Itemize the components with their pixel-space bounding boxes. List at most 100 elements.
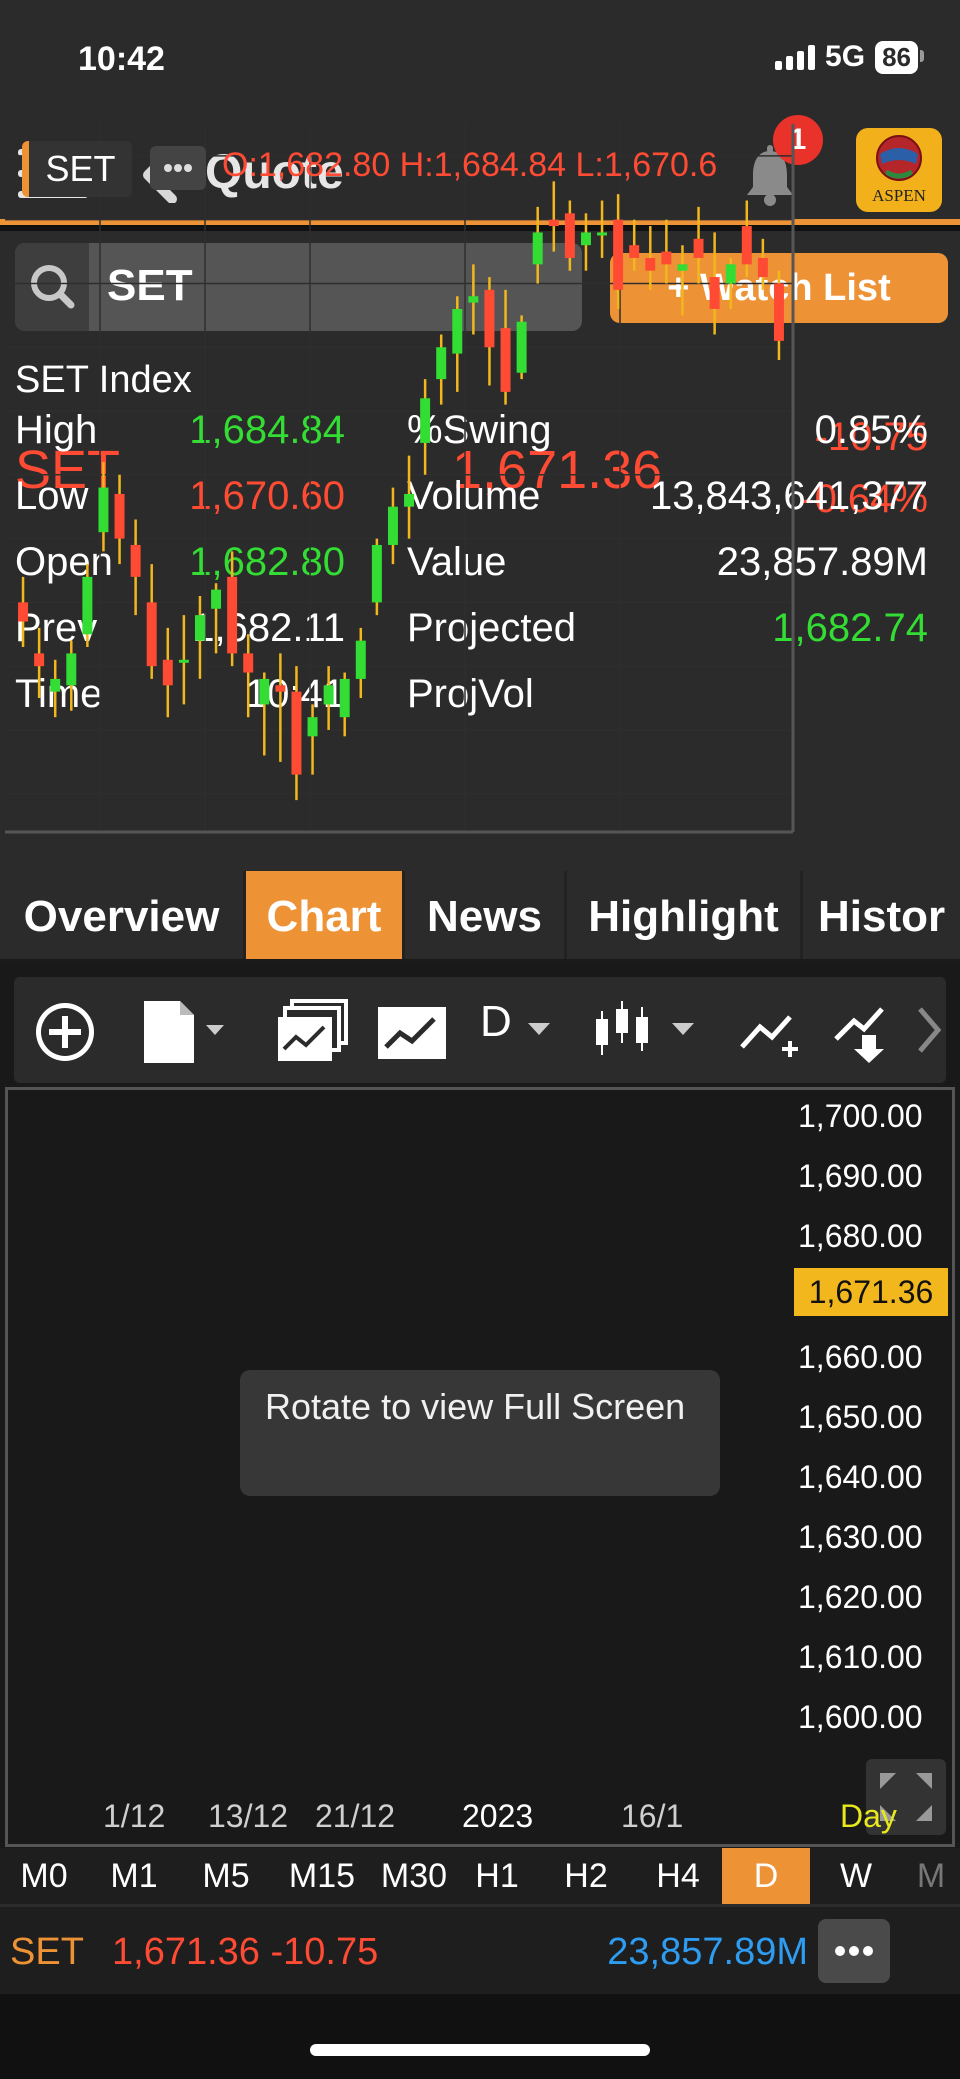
candle-body	[307, 717, 318, 737]
chart-toolbar: D	[14, 977, 946, 1083]
candle-body	[130, 544, 141, 577]
status-time: 10:42	[78, 40, 165, 78]
tab-overview[interactable]: Overview	[0, 871, 243, 959]
candle-body	[211, 589, 222, 609]
period-h1[interactable]: H1	[456, 1848, 538, 1904]
candle-body	[275, 685, 286, 692]
candle-body	[114, 493, 125, 539]
period-d[interactable]: D	[722, 1848, 810, 1904]
chevron-down-icon[interactable]	[526, 1021, 552, 1037]
period-m5[interactable]: M5	[180, 1848, 272, 1904]
candle-body	[757, 257, 768, 278]
candle-body	[227, 576, 238, 654]
candle-body	[597, 232, 608, 236]
y-tick: 1,620.00	[798, 1579, 923, 1615]
signal-icon	[775, 44, 816, 70]
candle-body	[452, 308, 463, 354]
candle-body	[613, 219, 624, 290]
y-tick: 1,640.00	[798, 1459, 923, 1495]
y-tick: 1,600.00	[798, 1699, 923, 1735]
add-indicator-icon[interactable]	[32, 999, 98, 1065]
candle-body	[98, 487, 109, 533]
network-type: 5G	[825, 40, 866, 73]
candle-body	[580, 232, 591, 246]
chart-grid	[5, 124, 793, 832]
y-tick: 1,610.00	[798, 1639, 923, 1675]
period-m15[interactable]: M15	[272, 1848, 372, 1904]
ticker-bar[interactable]: SET 1,671.36 -10.75 23,857.89M	[0, 1904, 960, 1994]
y-tick: 1,630.00	[798, 1519, 923, 1555]
y-tick: 1,690.00	[798, 1158, 923, 1194]
chart-more-button[interactable]	[150, 146, 206, 190]
candle-body	[548, 219, 559, 227]
candle-body	[259, 678, 270, 705]
status-bar: 10:42 5G 86	[0, 0, 960, 125]
candle-body	[564, 213, 575, 258]
candles	[18, 181, 784, 801]
candle-body	[323, 685, 334, 705]
period-selector[interactable]: D	[480, 997, 512, 1047]
layouts-icon[interactable]	[276, 999, 348, 1065]
tab-history[interactable]: Histor	[803, 871, 960, 959]
ticker-value: 23,857.89M	[607, 1931, 808, 1973]
candle-body	[661, 251, 672, 265]
candle-body	[404, 493, 415, 507]
tab-news[interactable]: News	[405, 871, 564, 959]
document-icon[interactable]	[140, 999, 226, 1065]
candle-body	[387, 506, 398, 545]
ticker-more-button[interactable]	[818, 1919, 890, 1983]
chevron-down-icon[interactable]	[670, 1021, 696, 1037]
ticker-last-change: 1,671.36 -10.75	[112, 1931, 379, 1973]
period-m[interactable]: M	[902, 1848, 960, 1904]
candle-body	[34, 653, 45, 667]
candle-body	[436, 347, 447, 380]
y-tick: 1,660.00	[798, 1339, 923, 1375]
candle-body	[291, 691, 302, 775]
candle-body	[82, 576, 93, 635]
period-m1[interactable]: M1	[88, 1848, 180, 1904]
candle-body	[725, 264, 736, 284]
home-area	[0, 1994, 960, 2079]
candle-body	[18, 602, 29, 622]
period-h2[interactable]: H2	[538, 1848, 634, 1904]
home-indicator[interactable]	[310, 2044, 650, 2056]
period-h4[interactable]: H4	[634, 1848, 722, 1904]
compare-icon[interactable]	[832, 999, 896, 1065]
tab-highlight[interactable]: Highlight	[567, 871, 800, 959]
candle-body	[677, 264, 688, 271]
chart-type-icon[interactable]	[376, 999, 448, 1065]
chevron-right-icon[interactable]	[916, 1005, 942, 1055]
candle-body	[178, 659, 189, 663]
x-tick: 1/12	[103, 1798, 166, 1834]
candle-body	[194, 615, 205, 641]
candle-body	[468, 296, 479, 303]
x-tick: 21/12	[315, 1798, 396, 1834]
candle-body	[773, 283, 784, 341]
y-tick: 1,680.00	[798, 1218, 923, 1254]
chart-symbol-badge[interactable]: SET	[22, 141, 132, 197]
candlestick-icon[interactable]	[592, 999, 652, 1065]
drawing-tool-icon[interactable]	[738, 999, 802, 1065]
candle-body	[484, 289, 495, 348]
candle-body	[629, 245, 640, 258]
y-tick: 1,650.00	[798, 1399, 923, 1435]
candlestick-chart[interactable]	[5, 124, 955, 884]
period-w[interactable]: W	[810, 1848, 902, 1904]
candle-body	[645, 257, 656, 271]
ohlc-readout: O:1,682.80 H:1,684.84 L:1,670.6	[222, 146, 718, 184]
candle-body	[50, 678, 61, 692]
candle-body	[741, 226, 752, 265]
current-price-marker: 1,671.36	[794, 1268, 948, 1316]
period-m0[interactable]: M0	[0, 1848, 88, 1904]
period-m30[interactable]: M30	[372, 1848, 456, 1904]
tab-chart[interactable]: Chart	[246, 871, 402, 959]
candle-body	[355, 640, 366, 679]
candle-body	[709, 277, 720, 309]
quote-tabs: Overview Chart News Highlight Histor	[0, 871, 960, 963]
more-icon	[835, 1946, 873, 1956]
candle-body	[243, 653, 254, 673]
battery-icon: 86	[875, 40, 924, 74]
candle-body	[339, 678, 350, 718]
candle-body	[162, 659, 173, 686]
ticker-symbol: SET	[10, 1931, 84, 1973]
